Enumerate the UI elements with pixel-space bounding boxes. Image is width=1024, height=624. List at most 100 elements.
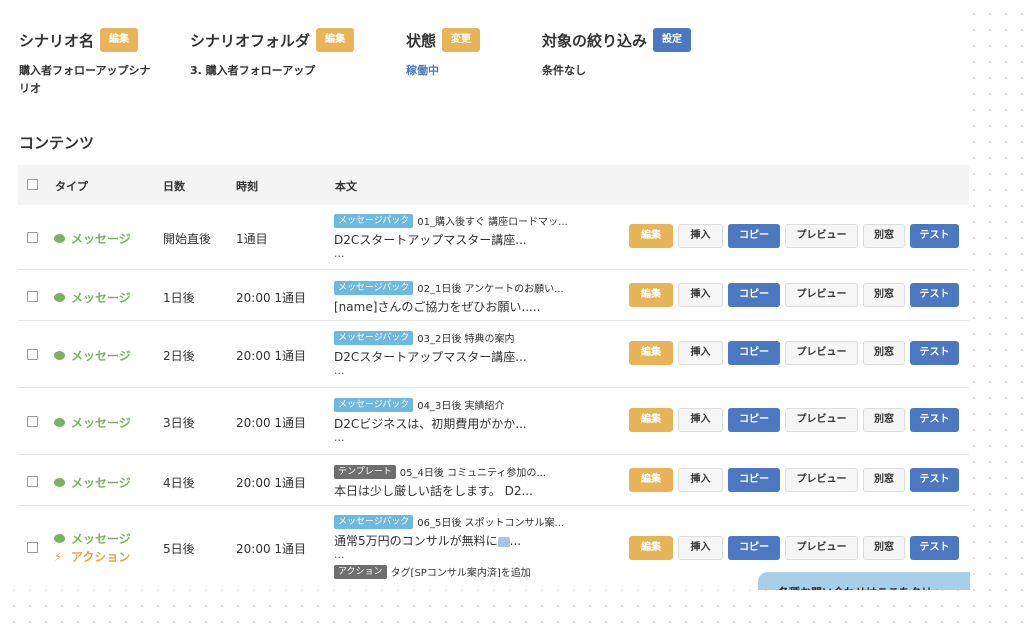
row-time: 20:00 1通目 <box>236 291 307 305</box>
lightning-icon: ⚡ <box>54 549 63 564</box>
preview-button[interactable]: プレビュー <box>785 283 858 307</box>
row-checkbox[interactable] <box>27 291 38 302</box>
status-change-button[interactable]: 変更 <box>442 28 481 52</box>
select-all-checkbox[interactable] <box>27 179 38 190</box>
table-header: タイプ 日数 時刻 本文 <box>18 165 969 205</box>
message-bubble-icon <box>54 534 65 543</box>
new-window-button[interactable]: 別窓 <box>863 408 905 432</box>
preview-button[interactable]: プレビュー <box>785 341 858 365</box>
row-text: D2Cスタートアップマスター講座... <box>334 233 527 247</box>
row-actions: 編集 挿入 コピー プレビュー 別窓 テスト <box>629 536 959 560</box>
preview-button[interactable]: プレビュー <box>785 468 858 492</box>
copy-button[interactable]: コピー <box>728 468 780 492</box>
edit-button[interactable]: 編集 <box>629 468 673 492</box>
insert-button[interactable]: 挿入 <box>678 468 723 492</box>
row-days: 4日後 <box>163 476 195 490</box>
row-dots: ... <box>334 548 345 561</box>
row-tagline: 05_4日後 コミュニティ参加の... <box>399 468 546 479</box>
edit-button[interactable]: 編集 <box>629 283 673 307</box>
row-checkbox[interactable] <box>27 542 38 553</box>
row-checkbox[interactable] <box>27 476 38 487</box>
new-window-button[interactable]: 別窓 <box>863 224 905 248</box>
row-time: 20:00 1通目 <box>236 542 307 556</box>
edit-button[interactable]: 編集 <box>629 224 673 248</box>
table-row: メッセージ 1日後 20:00 1通目 メッセージパック 02_1日後 アンケート… <box>18 270 969 321</box>
new-window-button[interactable]: 別窓 <box>863 341 905 365</box>
filter-value: 条件なし <box>542 64 586 77</box>
action-text: タグ[SPコンサル案内済]を追加 <box>390 568 531 579</box>
row-checkbox[interactable] <box>27 349 38 360</box>
preview-button[interactable]: プレビュー <box>785 536 858 560</box>
status-value[interactable]: 稼働中 <box>406 62 526 80</box>
preview-button[interactable]: プレビュー <box>785 408 858 432</box>
copy-button[interactable]: コピー <box>728 283 780 307</box>
scenario-folder-edit-button[interactable]: 編集 <box>316 28 355 52</box>
scenario-name-label: シナリオ名 <box>19 31 95 50</box>
pack-tag: メッセージパック <box>334 213 414 228</box>
row-type: メッセージ <box>54 230 131 247</box>
new-window-button[interactable]: 別窓 <box>863 468 905 492</box>
copy-button[interactable]: コピー <box>728 536 780 560</box>
edit-button[interactable]: 編集 <box>629 536 673 560</box>
filter-field: 対象の絞り込み 設定 条件なし <box>542 28 762 80</box>
edit-button[interactable]: 編集 <box>629 408 673 432</box>
row-time: 20:00 1通目 <box>236 349 307 363</box>
row-tagline: 03_2日後 特典の案内 <box>417 334 515 345</box>
scenario-name-value: 購入者フォローアップシナリオ <box>19 64 151 95</box>
column-time: 時刻 <box>236 180 258 193</box>
action-tag: アクション <box>334 564 387 579</box>
row-checkbox[interactable] <box>27 416 38 427</box>
row-text: [name]さんのご協力をぜひお願い..... <box>334 300 541 314</box>
insert-button[interactable]: 挿入 <box>678 536 723 560</box>
row-tagline: 01_購入後すぐ 講座ロードマッ... <box>417 217 568 228</box>
scenario-folder-label: シナリオフォルダ <box>190 31 311 50</box>
row-checkbox[interactable] <box>27 232 38 243</box>
copy-button[interactable]: コピー <box>728 341 780 365</box>
row-actions: 編集 挿入 コピー プレビュー 別窓 テスト <box>629 224 959 248</box>
table-row: メッセージ 4日後 20:00 1通目 テンプレート 05_4日後 コミュニティ参… <box>18 455 969 506</box>
test-button[interactable]: テスト <box>910 283 959 307</box>
row-type: メッセージ <box>54 414 131 431</box>
test-button[interactable]: テスト <box>910 224 959 248</box>
row-tagline: 06_5日後 スポットコンサル案... <box>417 518 565 529</box>
emoji-icon <box>497 536 510 547</box>
row-type-action: ⚡ アクション <box>54 549 131 565</box>
insert-button[interactable]: 挿入 <box>678 341 723 365</box>
row-body: メッセージパック 03_2日後 特典の案内 D2Cスタートアップマスター講座...… <box>334 330 614 377</box>
row-body: テンプレート 05_4日後 コミュニティ参加の... 本日は少し厳しい話をします。… <box>334 464 614 499</box>
row-dots: ... <box>334 431 345 444</box>
preview-button[interactable]: プレビュー <box>785 224 858 248</box>
test-button[interactable]: テスト <box>910 408 959 432</box>
table-row: メッセージ 3日後 20:00 1通目 メッセージパック 04_3日後 実績紹介 … <box>18 388 969 455</box>
row-dots: ... <box>334 364 345 377</box>
status-field: 状態 変更 稼働中 <box>406 28 526 80</box>
row-time: 20:00 1通目 <box>236 416 307 430</box>
test-button[interactable]: テスト <box>910 536 959 560</box>
test-button[interactable]: テスト <box>910 468 959 492</box>
scenario-name-edit-button[interactable]: 編集 <box>100 28 139 52</box>
test-button[interactable]: テスト <box>910 341 959 365</box>
filter-label: 対象の絞り込み <box>542 31 648 50</box>
row-body: メッセージパック 06_5日後 スポットコンサル案... 通常5万円のコンサルが無… <box>334 514 614 579</box>
copy-button[interactable]: コピー <box>728 408 780 432</box>
row-actions: 編集 挿入 コピー プレビュー 別窓 テスト <box>629 468 959 492</box>
new-window-button[interactable]: 別窓 <box>863 283 905 307</box>
row-type: メッセージ <box>54 474 131 491</box>
row-actions: 編集 挿入 コピー プレビュー 別窓 テスト <box>629 283 959 307</box>
new-window-button[interactable]: 別窓 <box>863 536 905 560</box>
row-days: 3日後 <box>163 416 195 430</box>
copy-button[interactable]: コピー <box>728 224 780 248</box>
row-time: 20:00 1通目 <box>236 476 307 490</box>
insert-button[interactable]: 挿入 <box>678 283 723 307</box>
pack-tag: メッセージパック <box>334 280 414 295</box>
help-contact-banner[interactable]: 各種お問い合わせはここをクリッ <box>758 572 970 590</box>
insert-button[interactable]: 挿入 <box>678 408 723 432</box>
filter-settings-button[interactable]: 設定 <box>653 28 692 52</box>
scenario-name-field: シナリオ名 編集 購入者フォローアップシナリオ <box>19 28 159 98</box>
row-tagline: 04_3日後 実績紹介 <box>417 401 505 412</box>
template-tag: テンプレート <box>334 464 396 479</box>
insert-button[interactable]: 挿入 <box>678 224 723 248</box>
row-days: 開始直後 <box>163 232 212 246</box>
edit-button[interactable]: 編集 <box>629 341 673 365</box>
message-bubble-icon <box>54 351 65 360</box>
